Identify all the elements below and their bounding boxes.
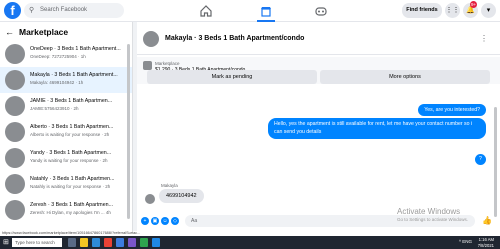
system-tray[interactable]: ^ ENG [459,239,472,244]
chat-panel: Makayla · 3 Beds 1 Bath Apartment/condo … [137,22,500,231]
conversation-item[interactable]: Natahly · 3 Beds 1 Bath Apartmen... Nata… [0,171,132,197]
top-bar: f ⚲ Search Facebook Find friends ⋮⋮ 🔔 9+… [0,0,500,22]
marketplace-icon[interactable] [259,4,273,18]
back-arrow-icon[interactable]: ← [5,27,14,37]
home-icon[interactable] [199,4,213,18]
sidebar-title: Marketplace [19,26,69,37]
conversation-preview: Zeresh: Hi Dylan, my apologies I'm ... 4… [30,210,111,215]
listing-thumbnail [5,174,25,194]
windows-start-icon[interactable]: ⊞ [3,239,9,246]
conversation-title: JAMIE · 3 Beds 1 Bath Apartmen... [30,98,113,104]
sidebar-scrollbar[interactable] [127,44,130,219]
listing-thumbnail [5,44,25,64]
app-icon[interactable] [152,238,160,247]
chat-title[interactable]: Makayla · 3 Beds 1 Bath Apartment/condo [165,35,304,42]
conversation-item[interactable]: Alberto · 3 Beds 1 Bath Apartmen... Albe… [0,119,132,145]
account-menu-chevron-icon[interactable]: ▾ [481,3,496,18]
more-dots-icon[interactable]: ⋮ [480,34,488,43]
activate-windows-watermark: Activate Windows Go to Settings to activ… [397,207,468,222]
app-icon[interactable] [140,238,148,247]
conversation-item-active[interactable]: Makayla · 3 Beds 1 Bath Apartment... Mak… [0,67,132,93]
conversation-title: Makayla · 3 Beds 1 Bath Apartment... [30,72,118,78]
taskbar-search-input[interactable]: Type here to search [12,238,62,247]
listing-thumbnail [5,96,25,116]
sidebar-header: ← Marketplace [0,22,132,41]
listing-actions: Mark as pending More options [147,70,490,84]
taskbar-clock[interactable]: 1:16 AM 7/8/2021 [478,237,494,248]
conversation-item[interactable]: Yandy · 3 Beds 1 Bath Apartmen... Yandy … [0,145,132,171]
edge-icon[interactable] [92,238,100,247]
listing-thumbnail [5,200,25,220]
file-explorer-icon[interactable] [80,238,88,247]
conversation-preview: Makayla: 4699104942 · 1h [30,80,84,85]
watermark-subtitle: Go to Settings to activate Windows. [397,217,469,222]
conversation-preview: Yandy is waiting for your response · 2h [30,158,108,163]
conversation-title: Yandy · 3 Beds 1 Bath Apartmen... [30,150,112,156]
conversation-preview: Natahly is waiting for your response · 2… [30,184,111,189]
windows-taskbar: ⊞ Type here to search ^ ENG 1:16 AM 7/8/… [0,236,500,249]
chrome-icon[interactable] [104,238,112,247]
conversation-item[interactable]: Zeresh · 3 Beds 1 Bath Apartmen... Zeres… [0,197,132,223]
watermark-title: Activate Windows [397,207,461,216]
conversation-title: OneDeep · 3 Beds 1 Bath Apartment... [30,46,121,52]
conversation-preview: OneDeep: 7272725904 · 1h [30,54,86,59]
incoming-sender-name: Makayla [161,183,178,188]
listing-banner-thumbnail [143,61,152,70]
conversation-title: Natahly · 3 Beds 1 Bath Apartmen... [30,176,115,182]
listing-thumbnail [5,122,25,142]
sticker-icon[interactable]: ☺ [161,217,169,225]
incoming-message: 4699104942 [159,189,204,203]
task-view-icon[interactable] [68,238,76,247]
more-options-button[interactable]: More options [320,70,490,84]
conversation-preview: JAMIE:5756423910 · 2h [30,106,79,111]
chat-listing-thumbnail[interactable] [143,31,159,47]
chat-header: Makayla · 3 Beds 1 Bath Apartment/condo … [137,27,500,55]
search-placeholder: Search Facebook [40,7,88,13]
conversation-title: Zeresh · 3 Beds 1 Bath Apartmen... [30,202,114,208]
search-icon: ⚲ [29,7,35,14]
conversation-item[interactable]: OneDeep · 3 Beds 1 Bath Apartment... One… [0,41,132,67]
conversation-item[interactable]: JAMIE · 3 Beds 1 Bath Apartmen... JAMIE:… [0,93,132,119]
listing-thumbnail [5,148,25,168]
gaming-icon[interactable] [314,4,328,18]
listing-thumbnail [5,70,25,90]
listing-label: Marketplace [155,61,180,66]
taskbar-apps [68,238,160,247]
mark-as-pending-button[interactable]: Mark as pending [147,70,317,84]
chat-scrollbar[interactable] [494,107,497,217]
menu-grid-icon[interactable]: ⋮⋮ [445,3,460,18]
image-icon[interactable]: ▣ [151,217,159,225]
find-friends-button[interactable]: Find friends [402,3,442,18]
app-icon[interactable] [128,238,136,247]
search-input[interactable]: ⚲ Search Facebook [24,3,124,18]
conversation-title: Alberto · 3 Beds 1 Bath Apartmen... [30,124,114,130]
plus-icon[interactable]: + [141,217,149,225]
outgoing-message: Yes, are you interested? [418,104,486,116]
clock-date: 7/8/2021 [477,242,494,248]
outgoing-message: ? [475,154,486,165]
gif-icon[interactable]: ◇ [171,217,179,225]
conversation-preview: Alberto is waiting for your response · 2… [30,132,110,137]
store-icon[interactable] [116,238,124,247]
sender-avatar[interactable] [145,194,155,204]
facebook-logo[interactable]: f [4,2,21,19]
marketplace-inbox-sidebar: ← Marketplace OneDeep · 3 Beds 1 Bath Ap… [0,22,133,231]
thumbs-up-icon[interactable]: 👍 [482,216,492,225]
clock-time: 1:16 AM [478,237,494,242]
outgoing-message: Hello, yes the apartment is still availa… [268,118,486,139]
